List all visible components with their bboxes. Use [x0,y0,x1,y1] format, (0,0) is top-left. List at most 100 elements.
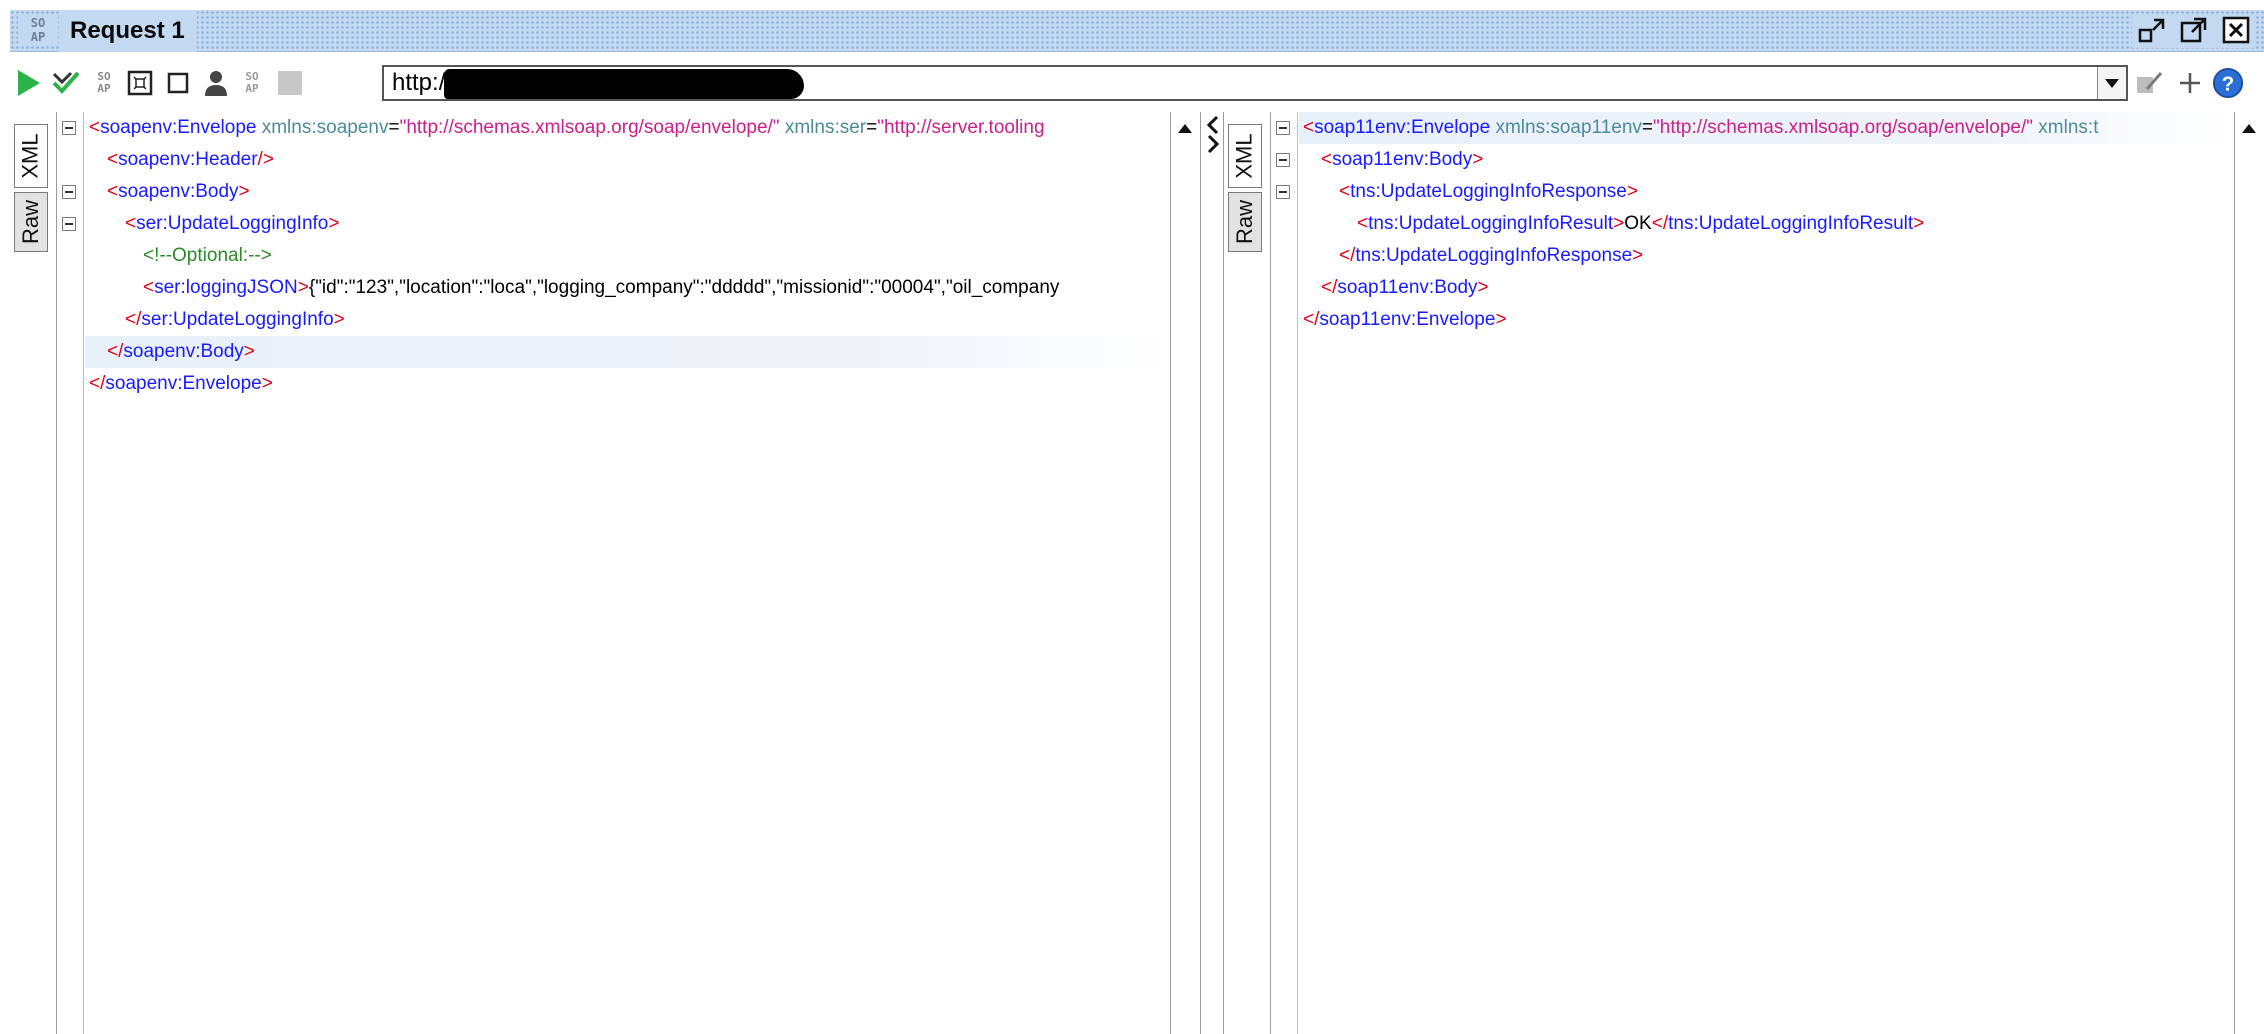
code-token: soap11env:Body [1337,277,1478,298]
code-token: < [1339,181,1351,202]
code-token: "http://schemas.xmlsoap.org/soap/envelop… [399,117,780,138]
code-token: "http://server.tooling [877,117,1045,138]
code-token: </ [125,309,142,330]
code-token: </ [89,373,106,394]
code-token: ser:UpdateLoggingInfo [136,213,329,234]
code-line: <ser:loggingJSON>{"id":"123","location":… [143,272,1059,304]
fold-toggle-icon[interactable] [62,185,76,199]
code-token: xmlns:soap11env [1495,117,1642,138]
response-tab-xml[interactable]: XML [1228,124,1262,188]
splitter-arrows-icon[interactable] [1203,114,1223,154]
url-dropdown-button[interactable] [2097,67,2126,99]
code-token: < [143,277,155,298]
code-token: < [107,181,119,202]
code-token: > [297,277,309,298]
code-token: soapenv:Header [118,149,258,170]
code-token: </ [107,341,124,362]
create-soap-request-icon[interactable]: SO AP [88,67,120,99]
user-icon[interactable] [200,67,232,99]
request-title: Request 1 [60,10,197,52]
code-line: <!--Optional:--> [143,240,272,272]
code-token: tns:UpdateLoggingInfoResponse [1350,181,1627,202]
request-titlebar: SO AP Request 1 [10,10,2264,52]
fold-toggle-icon[interactable] [1276,121,1290,135]
soap-service-icon[interactable]: SO AP [236,67,268,99]
cancel-icon[interactable] [162,67,194,99]
code-line: <ser:UpdateLoggingInfo> [125,208,339,240]
code-token: ser:UpdateLoggingInfo [141,309,334,330]
code-line: </tns:UpdateLoggingInfoResponse> [1339,240,1643,272]
code-token: > [1477,277,1489,298]
code-token: < [1357,213,1369,234]
run-icon[interactable] [12,67,44,99]
code-token: /> [257,149,274,170]
help-icon[interactable]: ? [2212,67,2244,99]
code-token: tns:UpdateLoggingInfoResponse [1355,245,1633,266]
response-view-tabs: XML Raw [1224,112,1266,1034]
fit-to-window-icon[interactable] [124,67,156,99]
code-token: < [89,117,101,138]
scroll-up-arrow-icon[interactable] [1171,112,1199,144]
code-token: > [1632,245,1644,266]
code-line: <tns:UpdateLoggingInfoResult>OK</tns:Upd… [1357,208,1924,240]
request-panel: XML Raw <soapenv:Envelope xmlns:soapenv=… [10,112,1200,1034]
code-token: > [1613,213,1625,234]
code-token: soap11env:Body [1332,149,1473,170]
dock-icon[interactable] [2136,14,2168,46]
code-line: </soapenv:Envelope> [89,368,273,400]
code-token: > [261,373,273,394]
detach-icon[interactable] [2178,14,2210,46]
code-line: </soap11env:Body> [1321,272,1489,304]
code-token: tns:UpdateLoggingInfoResult [1368,213,1614,234]
code-token: < [125,213,137,234]
stop-icon[interactable] [274,67,306,99]
fold-toggle-icon[interactable] [1276,153,1290,167]
code-token: </ [1651,213,1669,234]
code-line: </soapenv:Body> [107,336,255,368]
code-token: "http://schemas.xmlsoap.org/soap/envelop… [1653,117,2034,138]
code-line: <tns:UpdateLoggingInfoResponse> [1339,176,1638,208]
request-vertical-scrollbar[interactable] [1170,112,1200,1034]
code-token: ser:loggingJSON [154,277,298,298]
code-token: > [333,309,345,330]
fold-toggle-icon[interactable] [62,217,76,231]
code-token: {"id":"123","location":"loca","logging_c… [308,277,1060,298]
soap-logo-bottom: AP [30,30,46,44]
code-token: soapenv:Body [118,181,239,202]
code-line: <soapenv:Header/> [107,144,274,176]
request-tab-raw[interactable]: Raw [14,192,48,252]
code-token: OK [1624,213,1652,234]
response-xml-editor[interactable]: < soap11env:Envelope xmlns:soap11env="htt… [1270,112,2234,1034]
code-token: = [866,117,878,138]
code-token: tns:UpdateLoggingInfoResult [1668,213,1914,234]
code-token: = [1641,117,1654,138]
response-vertical-scrollbar[interactable] [2234,112,2264,1034]
response-tab-raw[interactable]: Raw [1228,192,1262,252]
code-line: <soap11env:Body> [1321,144,1483,176]
fold-toggle-icon[interactable] [62,121,76,135]
endpoint-url-field[interactable] [382,65,2128,101]
fold-toggle-icon[interactable] [1276,185,1290,199]
request-tab-xml[interactable]: XML [14,124,48,188]
scroll-up-arrow-icon[interactable] [2235,112,2263,144]
code-line: <soapenv:Body> [107,176,250,208]
submit-to-endpoints-icon[interactable] [50,67,82,99]
edit-endpoint-icon[interactable] [2134,67,2166,99]
code-token: = [388,117,400,138]
code-token: xmlns:t [2038,117,2099,138]
code-token: soap11env:Envelope [1319,309,1496,330]
code-token: soapenv:Body [123,341,244,362]
code-token: </ [1303,309,1320,330]
code-token: > [1913,213,1925,234]
close-icon[interactable] [2220,14,2252,46]
code-token: > [1495,309,1507,330]
code-line: <soap11env:Envelope xmlns:soap11env="htt… [1303,112,2098,144]
svg-text:?: ? [2222,73,2235,96]
code-token: soapenv:Envelope [100,117,257,138]
panel-splitter[interactable] [1200,112,1224,1034]
add-icon[interactable] [2174,67,2206,99]
code-token: > [243,341,255,362]
code-line: <soapenv:Envelope xmlns:soapenv="http://… [89,112,1045,144]
request-xml-editor[interactable]: <soapenv:Envelope xmlns:soapenv="http://… [56,112,1166,1034]
code-token: </ [1321,277,1338,298]
